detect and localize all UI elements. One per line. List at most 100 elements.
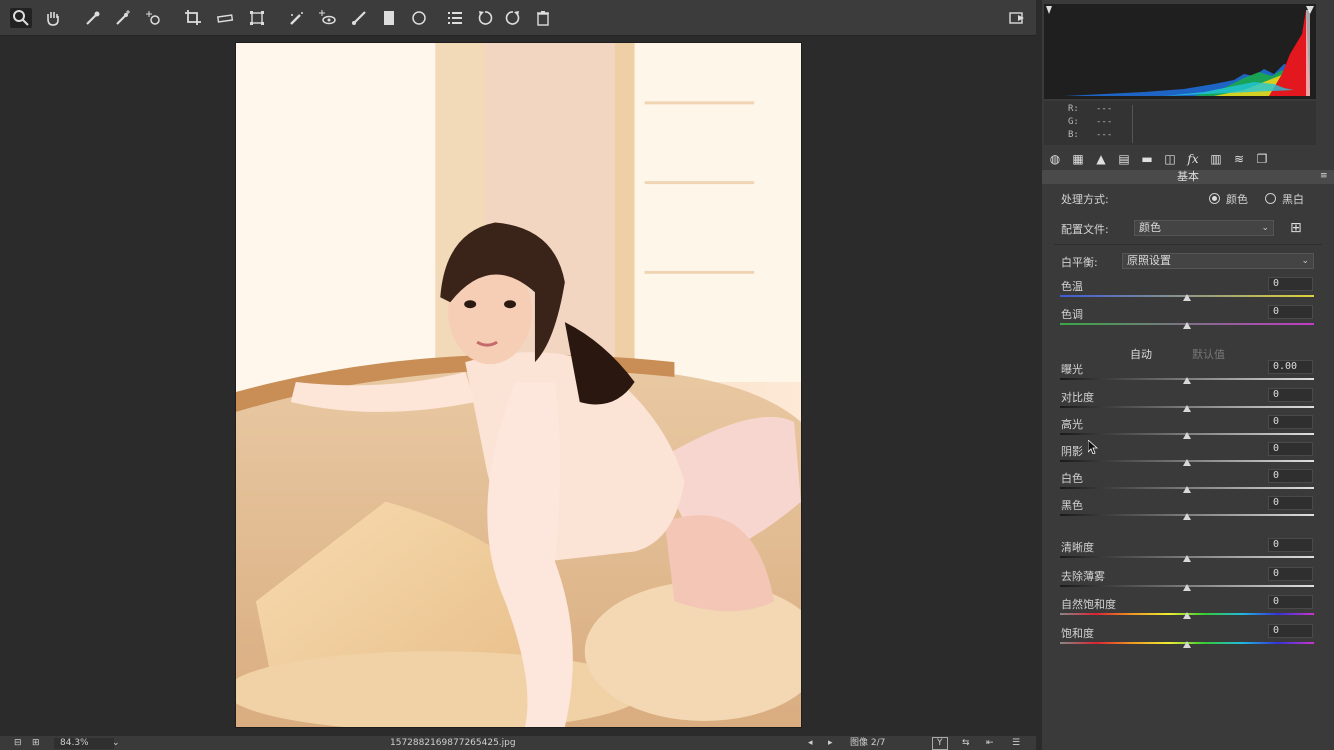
compare-view-icon[interactable]: Y [932,737,948,750]
contrast-slider-thumb[interactable] [1183,405,1191,412]
fullscreen-exit-icon[interactable] [1006,8,1028,28]
readout-divider [1132,105,1133,143]
eyedropper-plus-icon[interactable] [112,8,134,28]
image-canvas[interactable] [0,36,1036,736]
chevron-down-icon: ⌄ [1261,223,1269,233]
list-icon[interactable] [444,8,466,28]
highlights-value-input[interactable]: 0 [1268,415,1313,429]
whites-value-input[interactable]: 0 [1268,469,1313,483]
status-bar: ⊟ ⊞ 84.3% ⌄ 1572882169877265425.jpg ◂ ▸ … [0,736,1036,750]
dehaze-value-input[interactable]: 0 [1268,567,1313,581]
treatment-color-radio[interactable] [1209,193,1220,204]
profile-select[interactable]: 颜色 ⌄ [1134,220,1274,236]
shadows-label: 阴影 [1061,445,1083,458]
highlights-label: 高光 [1061,418,1083,431]
g-label: G: [1068,117,1079,127]
graduated-filter-icon[interactable] [378,8,400,28]
chevron-down-icon: ⌄ [1301,256,1309,266]
auto-button[interactable]: 自动 [1130,346,1152,362]
eyedropper-icon[interactable] [82,8,104,28]
next-image-button[interactable]: ▸ [828,738,833,749]
highlights-slider-thumb[interactable] [1183,432,1191,439]
photo-preview[interactable] [235,42,802,728]
blacks-slider-thumb[interactable] [1183,513,1191,520]
clarity-slider-thumb[interactable] [1183,555,1191,562]
shadows-slider-thumb[interactable] [1183,459,1191,466]
b-value: --- [1096,130,1113,140]
exposure-slider-thumb[interactable] [1183,377,1191,384]
zoom-in-icon[interactable]: ⊞ [32,738,40,749]
copy-settings-icon[interactable]: ⇤ [986,738,994,749]
default-button[interactable]: 默认值 [1192,346,1225,362]
exposure-label: 曝光 [1061,363,1083,376]
transform-icon[interactable] [246,8,268,28]
trash-icon[interactable] [532,8,554,28]
r-label: R: [1068,104,1079,114]
blacks-label: 黑色 [1061,499,1083,512]
rotate-right-icon[interactable] [502,8,524,28]
basic-tab-icon[interactable]: ◍ [1046,151,1064,167]
tint-label: 色调 [1061,308,1083,321]
hand-icon[interactable] [42,8,64,28]
straighten-icon[interactable] [214,8,236,28]
contrast-value-input[interactable]: 0 [1268,388,1313,402]
contrast-label: 对比度 [1061,391,1094,404]
temp-slider-thumb[interactable] [1183,294,1191,301]
panel-title: 基本 [1042,170,1334,184]
snapshots-tab-icon[interactable]: ❐ [1253,151,1271,167]
tone-curve-tab-icon[interactable]: ▦ [1069,151,1087,167]
saturation-slider-thumb[interactable] [1183,641,1191,648]
swap-settings-icon[interactable]: ⇆ [962,738,970,749]
vibrance-slider-thumb[interactable] [1183,612,1191,619]
magnifier-icon[interactable] [10,8,32,28]
settings-toggle-icon[interactable]: ☰ [1012,738,1020,749]
filename-label: 1572882169877265425.jpg [390,738,516,748]
saturation-value-input[interactable]: 0 [1268,624,1313,638]
white-balance-select[interactable]: 原照设置 ⌄ [1122,253,1314,269]
target-adjust-icon[interactable] [142,8,164,28]
toolbar [0,0,1036,36]
shadow-clipping-icon[interactable] [1046,6,1052,14]
split-toning-tab-icon[interactable]: ▬ [1138,151,1156,167]
white-balance-select-value: 原照设置 [1127,254,1171,267]
rgb-readout: R: --- G: --- B: --- [1044,101,1316,145]
blacks-value-input[interactable]: 0 [1268,496,1313,510]
red-eye-icon[interactable] [316,8,338,28]
presets-tab-icon[interactable]: ≋ [1230,151,1248,167]
prev-image-button[interactable]: ◂ [808,738,813,749]
treatment-bw-label[interactable]: 黑白 [1282,191,1304,207]
profile-select-value: 颜色 [1139,221,1161,234]
brush-icon[interactable] [348,8,370,28]
crop-icon[interactable] [182,8,204,28]
tint-value-input[interactable]: 0 [1268,305,1313,319]
rotate-left-icon[interactable] [474,8,496,28]
detail-tab-icon[interactable]: ▲ [1092,151,1110,167]
vibrance-value-input[interactable]: 0 [1268,595,1313,609]
zoom-level-select[interactable]: 84.3% [54,738,114,749]
whites-slider-thumb[interactable] [1183,486,1191,493]
temp-value-input[interactable]: 0 [1268,277,1313,291]
chevron-down-icon[interactable]: ⌄ [112,738,120,749]
panel-tabs: ◍ ▦ ▲ ▤ ▬ ◫ fx ▥ ≋ ❐ [1042,149,1334,169]
dehaze-slider-thumb[interactable] [1183,584,1191,591]
exposure-value-input[interactable]: 0.00 [1268,360,1313,374]
profile-browser-icon[interactable]: ⊞ [1290,220,1312,236]
treatment-color-label[interactable]: 颜色 [1226,191,1248,207]
treatment-bw-radio[interactable] [1265,193,1276,204]
tint-slider-thumb[interactable] [1183,322,1191,329]
lens-tab-icon[interactable]: ◫ [1161,151,1179,167]
radial-filter-icon[interactable] [408,8,430,28]
hsl-tab-icon[interactable]: ▤ [1115,151,1133,167]
b-label: B: [1068,130,1079,140]
saturation-label: 饱和度 [1061,627,1094,640]
zoom-out-icon[interactable]: ⊟ [14,738,22,749]
calibration-tab-icon[interactable]: ▥ [1207,151,1225,167]
shadows-value-input[interactable]: 0 [1268,442,1313,456]
panel-menu-icon[interactable]: ≡ [1320,171,1330,181]
effects-tab-icon[interactable]: fx [1184,151,1202,167]
temp-label: 色温 [1061,280,1083,293]
clarity-value-input[interactable]: 0 [1268,538,1313,552]
histogram [1044,4,1316,99]
adjustment-panel: R: --- G: --- B: --- ◍ ▦ ▲ ▤ ▬ ◫ fx ▥ ≋ … [1042,0,1334,750]
spot-removal-icon[interactable] [286,8,308,28]
